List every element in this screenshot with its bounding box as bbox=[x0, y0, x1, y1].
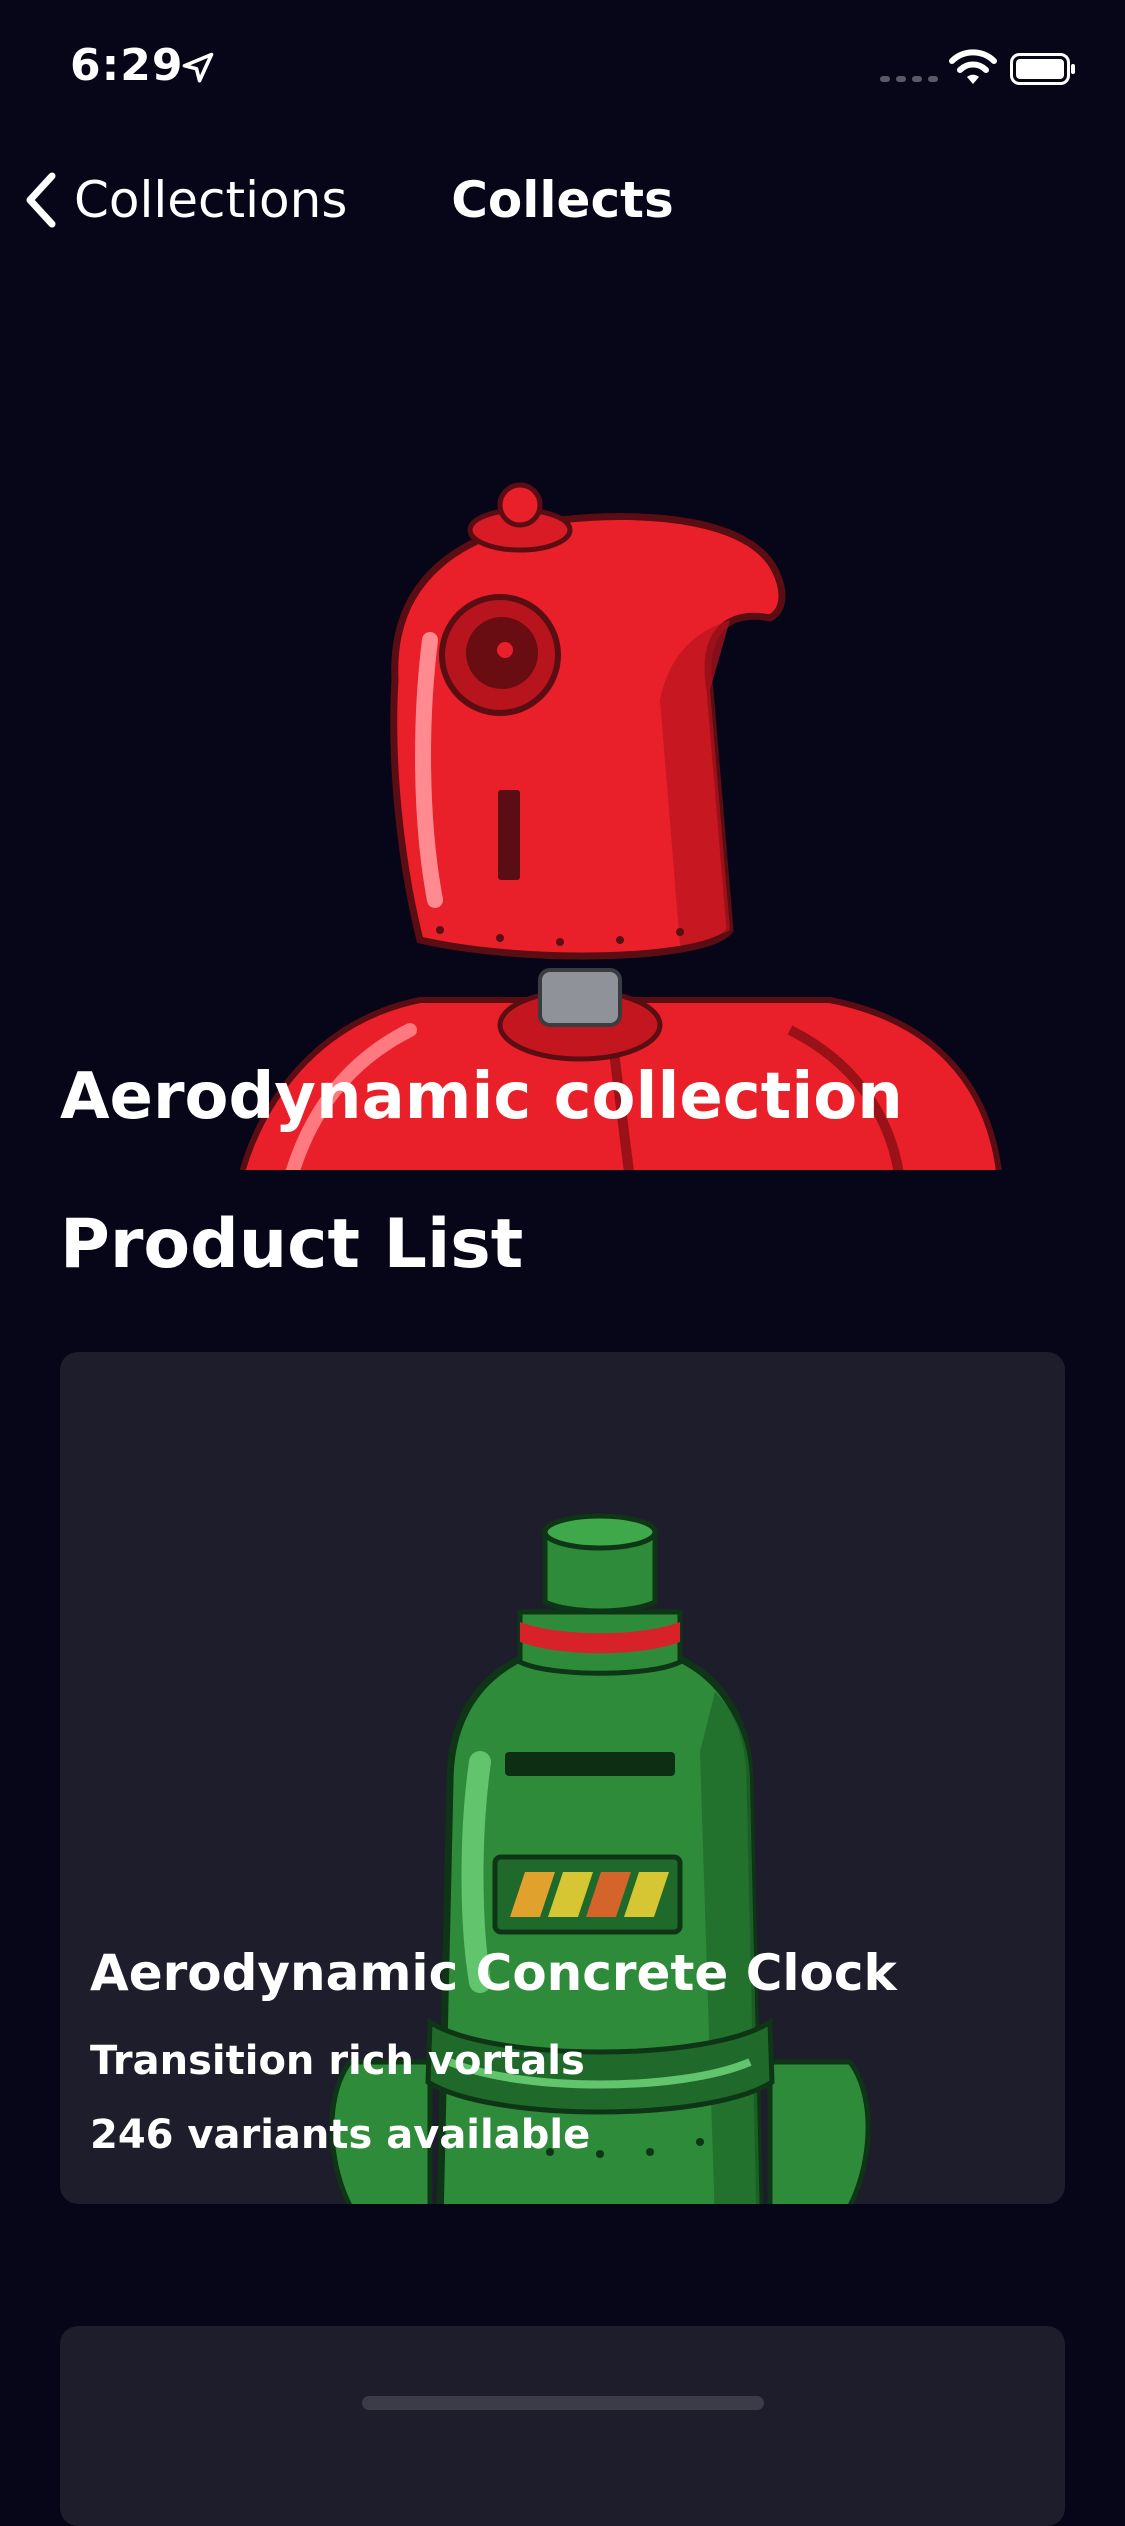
collection-hero: Aerodynamic collection bbox=[0, 420, 1125, 1170]
product-variants: 246 variants available bbox=[90, 2112, 591, 2158]
product-card[interactable]: Aerodynamic Concrete Clock Transition ri… bbox=[60, 1352, 1065, 2204]
wifi-icon bbox=[949, 49, 997, 84]
location-arrow-icon bbox=[182, 52, 214, 83]
status-bar: 6:29 bbox=[0, 0, 1125, 140]
chevron-left-icon bbox=[26, 172, 56, 228]
back-label: Collections bbox=[74, 171, 348, 229]
collection-title: Aerodynamic collection bbox=[60, 1060, 903, 1134]
back-button[interactable]: Collections bbox=[20, 170, 347, 230]
product-list-heading: Product List bbox=[60, 1205, 524, 1284]
product-card[interactable] bbox=[60, 2326, 1065, 2526]
status-time: 6:29 bbox=[70, 40, 184, 91]
home-indicator[interactable] bbox=[362, 2396, 764, 2410]
green-robot-illustration bbox=[329, 1513, 871, 2204]
cellular-signal-icon bbox=[880, 76, 938, 82]
product-description: Transition rich vortals bbox=[90, 2038, 585, 2084]
product-name: Aerodynamic Concrete Clock bbox=[90, 1944, 897, 2002]
navigation-bar: Collects Collections bbox=[0, 150, 1125, 250]
battery-icon bbox=[1010, 53, 1075, 85]
